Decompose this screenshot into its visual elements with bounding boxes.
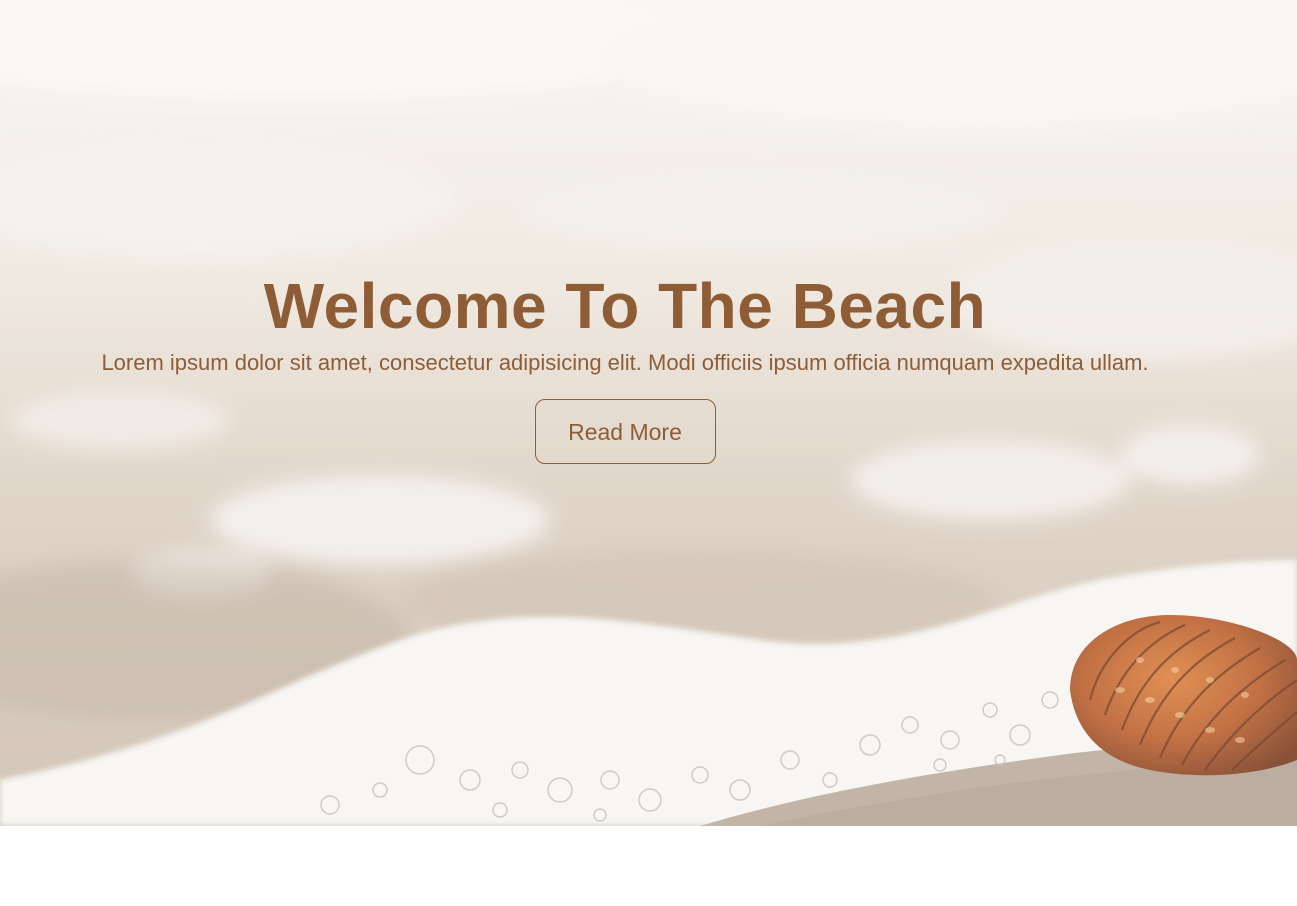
hero-subtitle: Lorem ipsum dolor sit amet, consectetur … (101, 350, 1149, 375)
hero-content: Welcome To The Beach Lorem ipsum dolor s… (0, 268, 1250, 464)
hero-title: Welcome To The Beach (263, 270, 987, 342)
hero-section: Welcome To The Beach Lorem ipsum dolor s… (0, 0, 1297, 826)
read-more-button[interactable]: Read More (534, 399, 716, 464)
page-below-hero (0, 826, 1297, 906)
